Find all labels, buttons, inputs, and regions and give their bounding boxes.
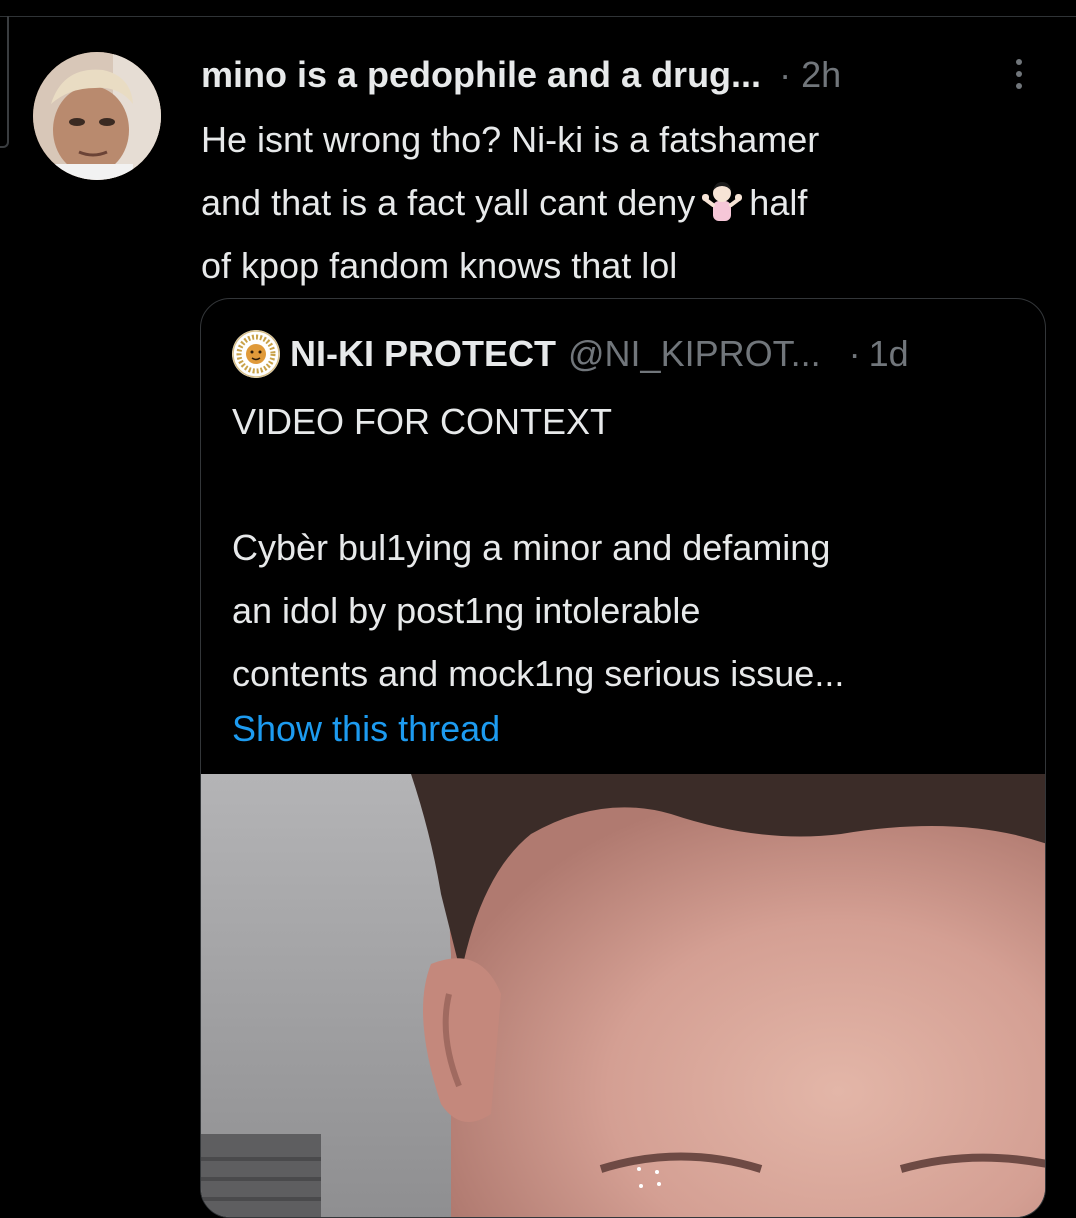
quoted-tweet-text: VIDEO FOR CONTEXT Cybèr bul1ying a minor… (232, 390, 1022, 705)
protection-team-logo-icon (232, 330, 280, 378)
more-options-icon[interactable] (1007, 54, 1031, 94)
quoted-text-blank-line (232, 453, 1022, 516)
quoted-text-line: Cybèr bul1ying a minor and defaming (232, 527, 831, 568)
tweet-header: mino is a pedophile and a drug... · 2h (201, 52, 1021, 98)
tweet-text-line: of kpop fandom knows that lol (201, 245, 678, 286)
tweet-text-line-end: half (749, 182, 808, 223)
quoted-author-handle[interactable]: @NI_KIPROT... (568, 333, 821, 375)
show-thread-link[interactable]: Show this thread (232, 697, 500, 760)
avatar[interactable] (33, 52, 161, 180)
avatar-photo-icon (33, 52, 161, 180)
thread-connector-edge (0, 16, 9, 148)
tweet-text-line: and that is a fact yall cant deny (201, 182, 696, 223)
quoted-post-time[interactable]: 1d (869, 333, 909, 375)
tweet-text: He isnt wrong tho? Ni-ki is a fatshamer … (201, 108, 1021, 297)
person-shrugging-emoji-icon (702, 182, 743, 221)
author-name[interactable]: mino is a pedophile and a drug... (201, 54, 761, 96)
quoted-author-name[interactable]: NI-KI PROTECT (290, 333, 556, 375)
tweet-text-line: He isnt wrong tho? Ni-ki is a fatshamer (201, 119, 820, 160)
top-divider (0, 16, 1076, 17)
quoted-text-line: VIDEO FOR CONTEXT (232, 401, 613, 442)
quoted-tweet-card[interactable]: NI-KI PROTECT @NI_KIPROT... · 1d VIDEO F… (200, 298, 1046, 1218)
quoted-avatar[interactable] (232, 330, 280, 378)
quoted-text-line: an idol by post1ng intolerable (232, 590, 701, 631)
post-time[interactable]: 2h (801, 54, 841, 96)
quoted-tweet-header: NI-KI PROTECT @NI_KIPROT... · 1d (232, 329, 1032, 379)
quoted-video-thumbnail[interactable] (201, 774, 1045, 1217)
separator-dot: · (848, 333, 861, 374)
separator-dot: · (779, 54, 792, 95)
video-still-image (201, 774, 1045, 1217)
tweet-text-line-with-emoji: and that is a fact yall cant deny half (201, 171, 1021, 234)
quoted-text-line: contents and mock1ng serious issue... (232, 653, 845, 694)
